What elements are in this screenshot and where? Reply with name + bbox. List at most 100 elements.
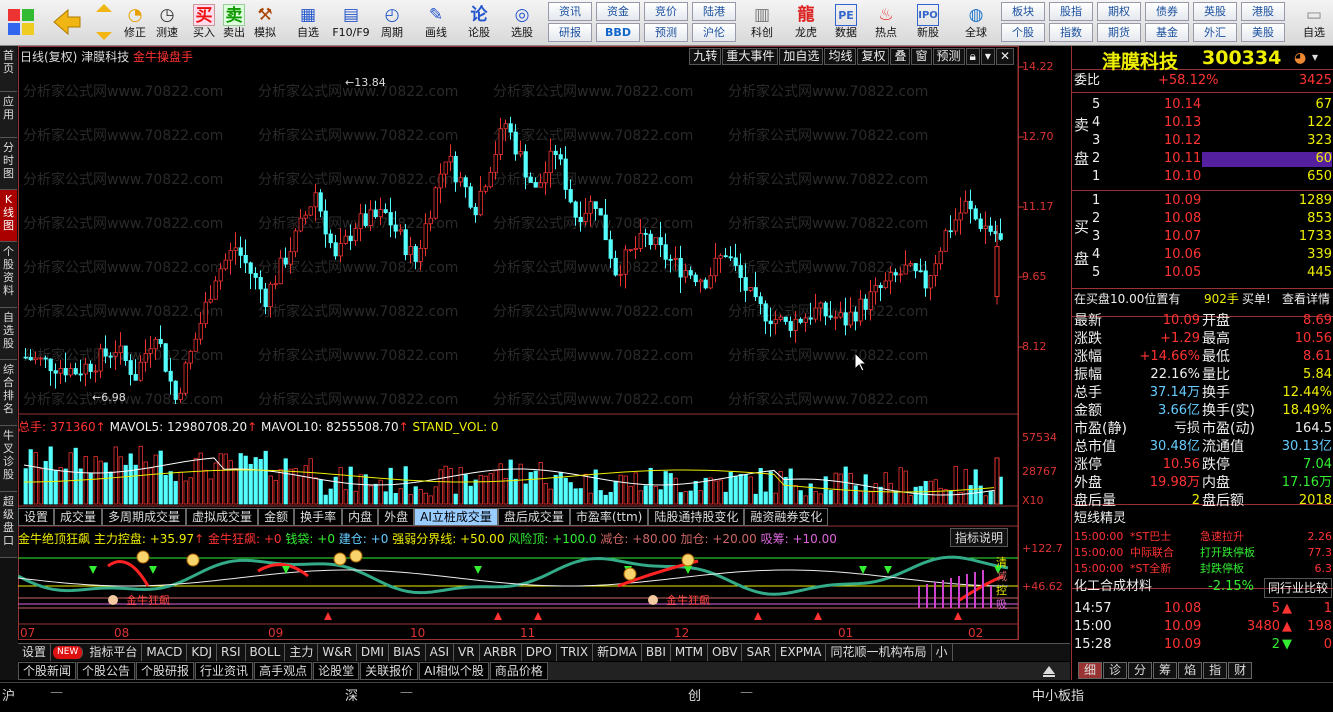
kline-chart-svg[interactable]: 分析家公式网www.70822.com 分析家公式网www.70822.com 分析… [18, 46, 1070, 640]
research-button[interactable]: 研报 [548, 23, 592, 42]
sidebar-item-super-quote[interactable]: 超级盘口 [0, 492, 17, 558]
data-button[interactable]: PE 数据 [828, 2, 864, 44]
options-button[interactable]: 期权 [1097, 2, 1141, 21]
volume-tab[interactable]: 市盈率(ttm) [569, 508, 649, 526]
sidebar-item-kline[interactable]: K线图 [0, 190, 17, 242]
forex-button[interactable]: 外汇 [1193, 23, 1237, 42]
volume-tab[interactable]: 成交量 [54, 508, 103, 526]
bonds-button[interactable]: 债券 [1145, 2, 1189, 21]
buy-button[interactable]: 买买入 [190, 2, 218, 44]
period-button[interactable]: ◴ 周期 [374, 2, 410, 44]
volume-tab[interactable]: 虚拟成交量 [186, 508, 259, 526]
uk-stocks-button[interactable]: 英股 [1193, 2, 1237, 21]
indicator-tab[interactable]: 新DMA [593, 644, 642, 661]
view-detail-link[interactable]: 查看详情 [1282, 290, 1330, 308]
indicator-explain-button[interactable]: 指标说明 [949, 528, 1008, 547]
panel-tab[interactable]: 诊 [1103, 662, 1128, 679]
indicator-tab[interactable]: TRIX [557, 644, 594, 661]
volume-tab[interactable]: 多周期成交量 [102, 508, 187, 526]
info-tab[interactable]: 商品价格 [489, 662, 548, 680]
news-button[interactable]: 资讯 [548, 2, 592, 21]
funds-market-button[interactable]: 基金 [1145, 23, 1189, 42]
indicator-tab[interactable]: 小 [932, 644, 953, 661]
indicator-tab[interactable]: MTM [671, 644, 708, 661]
volume-tab[interactable]: 盘后成交量 [497, 508, 570, 526]
volume-tab[interactable]: 换手率 [294, 508, 343, 526]
dropdown-icon[interactable]: ▾ [980, 48, 995, 65]
volume-tab[interactable]: 内盘 [342, 508, 379, 526]
color-wheel-icon[interactable]: ◕ [1294, 50, 1306, 66]
info-tab[interactable]: 个股新闻 [18, 662, 77, 680]
hk-stocks-button[interactable]: 港股 [1241, 2, 1285, 21]
shanghai-index-label[interactable]: 沪 [2, 685, 15, 704]
speedtest-button[interactable]: ◷ 测速 [152, 2, 182, 44]
indicator-tab[interactable]: 主力 [285, 644, 319, 661]
f10-button[interactable]: ▤ F10/F9 [330, 2, 372, 44]
indicator-tab[interactable]: ASI [426, 644, 455, 661]
sell-button[interactable]: 卖卖出 [220, 2, 248, 44]
sidebar-item-ranking[interactable]: 综合排名 [0, 360, 17, 426]
sector-button[interactable]: 板块 [1001, 2, 1045, 21]
futures-button[interactable]: 期货 [1097, 23, 1141, 42]
indicator-tab[interactable]: 同花顺一机构布局 [826, 644, 932, 661]
watchlist-button[interactable]: ▦ 自选 [288, 2, 328, 44]
auction-button[interactable]: 竞价 [644, 2, 688, 21]
sidebar-item-apps[interactable]: 应用 [0, 92, 17, 138]
sector-name[interactable]: 化工合成材料 [1074, 578, 1152, 596]
sme-index-label[interactable]: 中小板指 [1032, 685, 1084, 704]
panel-tab[interactable]: 焰 [1178, 662, 1203, 679]
info-tab[interactable]: 个股研报 [136, 662, 195, 680]
indicator-tab[interactable]: DPO [522, 644, 557, 661]
stocks-button[interactable]: 个股 [1001, 23, 1045, 42]
sidebar-item-timeshare[interactable]: 分时图 [0, 138, 17, 190]
sidebar-item-diagnosis[interactable]: 牛叉诊股 [0, 426, 17, 492]
panel-tab[interactable]: 财 [1228, 662, 1253, 679]
scroll-up-icon[interactable] [1042, 664, 1056, 678]
volume-tab[interactable]: 陆股通持股变化 [648, 508, 745, 526]
indicator-tab[interactable]: 指标平台 [85, 644, 143, 661]
overlay-button[interactable]: 叠 [890, 48, 911, 65]
ipo-button[interactable]: IPO 新股 [908, 2, 948, 44]
sidebar-item-profile[interactable]: 个股资料 [0, 242, 17, 308]
indicator-tab[interactable]: DMI [357, 644, 390, 661]
indicator-tab[interactable]: SAR [742, 644, 776, 661]
indicator-tab[interactable]: 设置 [18, 644, 52, 661]
us-stocks-button[interactable]: 美股 [1241, 23, 1285, 42]
period-label[interactable]: 日线(复权) [20, 50, 77, 64]
chinext-index-label[interactable]: 创 [688, 685, 701, 704]
funds-button[interactable]: 资金 [596, 2, 640, 21]
panel-tab[interactable]: 细 [1078, 662, 1103, 679]
sidebar-item-watchlist[interactable]: 自选股 [0, 308, 17, 360]
indices-button[interactable]: 指数 [1049, 23, 1093, 42]
nine-turn-button[interactable]: 九转 [689, 48, 722, 65]
add-watchlist-button[interactable]: 加自选 [779, 48, 824, 65]
chart-area[interactable]: 分析家公式网www.70822.com 分析家公式网www.70822.com 分析… [18, 46, 1070, 640]
new-badge[interactable]: NEW [53, 646, 84, 659]
sidebar-item-home[interactable]: 首页 [0, 46, 17, 92]
indicator-tab[interactable]: W&R [318, 644, 357, 661]
indicator-name-label[interactable]: 金牛操盘手 [133, 50, 193, 64]
close-icon[interactable]: ✕ [995, 48, 1014, 65]
info-tab[interactable]: 行业资讯 [195, 662, 254, 680]
lock-icon[interactable]: 🔒︎ [965, 48, 980, 65]
panel-tab[interactable]: 分 [1128, 662, 1153, 679]
indicator-tab[interactable]: OBV [708, 644, 743, 661]
indicator-tab[interactable]: BBI [642, 644, 671, 661]
info-tab[interactable]: 关联报价 [360, 662, 419, 680]
star-market-button[interactable]: ▥ 科创 [742, 2, 782, 44]
major-events-button[interactable]: 重大事件 [722, 48, 779, 65]
volume-tab[interactable]: AI立桩成交量 [414, 508, 498, 526]
indicator-tab[interactable]: MACD [142, 644, 188, 661]
indicator-tab[interactable]: KDJ [187, 644, 217, 661]
hk-connect-button[interactable]: 陆港 [692, 2, 736, 21]
indicator-tab[interactable]: BOLL [246, 644, 286, 661]
volume-tab[interactable]: 设置 [18, 508, 55, 526]
compare-industry-button[interactable]: 同行业比较 [1263, 578, 1332, 598]
forecast-button[interactable]: 预测 [644, 23, 688, 42]
indicator-tab[interactable]: ARBR [480, 644, 522, 661]
dragon-tiger-button[interactable]: 龍龙虎 [786, 2, 826, 44]
hotspot-button[interactable]: ♨ 热点 [868, 2, 904, 44]
simulate-button[interactable]: ⚒ 模拟 [250, 2, 280, 44]
volume-tab[interactable]: 外盘 [378, 508, 415, 526]
shenzhen-index-label[interactable]: 深 [345, 685, 358, 704]
